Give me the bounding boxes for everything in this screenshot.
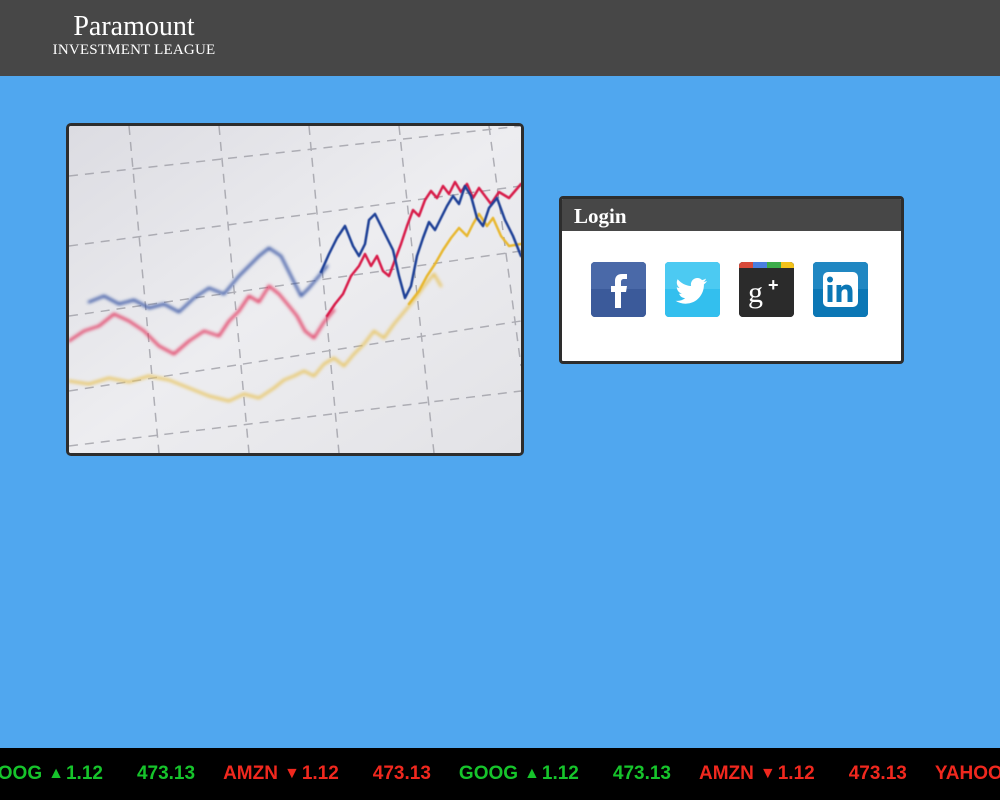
ticker-change: 1.12 <box>541 763 579 784</box>
ticker-symbol: GOOG <box>458 763 519 784</box>
linkedin-login-button[interactable] <box>813 262 868 317</box>
down-arrow-icon: ▼ <box>759 765 776 782</box>
facebook-login-button[interactable] <box>591 262 646 317</box>
brand-subtitle: INVESTMENT LEAGUE <box>52 42 216 58</box>
ticker-item: GOOG ▲ 1.12 473.13 <box>459 763 671 785</box>
ticker-symbol: GOOG <box>0 763 43 784</box>
down-arrow-icon: ▼ <box>283 765 300 782</box>
ticker-change: 1.12 <box>65 763 103 784</box>
twitter-login-button[interactable] <box>665 262 720 317</box>
twitter-icon <box>665 262 720 317</box>
ticker-price: 473.13 <box>848 763 907 784</box>
google-plus-icon: g + <box>739 262 794 317</box>
ticker-item: GOOG ▲ 1.12 473.13 <box>0 763 195 785</box>
ticker-item: AMZN ▼ 1.12 473.13 <box>699 763 907 785</box>
login-panel: Login g + <box>559 196 904 364</box>
brand-name: Paramount <box>73 11 195 42</box>
svg-text:g: g <box>748 276 763 309</box>
ticker-symbol: YAHOO <box>934 763 1000 784</box>
up-arrow-icon: ▲ <box>48 765 64 782</box>
ticker-symbol: AMZN <box>223 763 278 784</box>
ticker-track: GOOG ▲ 1.12 473.13 AMZN ▼ 1.12 473.13 GO… <box>0 748 1000 800</box>
ticker-item: YAHOO <box>935 763 1000 785</box>
social-login-buttons: g + <box>591 262 868 317</box>
ticker-change: 1.12 <box>301 763 339 784</box>
ticker-item: AMZN ▼ 1.12 473.13 <box>223 763 431 785</box>
svg-text:+: + <box>768 275 779 295</box>
ticker-price: 473.13 <box>612 763 671 784</box>
facebook-icon <box>591 262 646 317</box>
hero-stock-chart-image <box>66 123 524 456</box>
ticker-change: 1.12 <box>777 763 815 784</box>
google-plus-login-button[interactable]: g + <box>739 262 794 317</box>
brand-logo[interactable]: Paramount INVESTMENT LEAGUE <box>30 11 238 59</box>
up-arrow-icon: ▲ <box>524 765 540 782</box>
stock-chart-illustration <box>69 126 521 453</box>
top-header: Paramount INVESTMENT LEAGUE <box>0 0 1000 76</box>
ticker-price: 473.13 <box>136 763 196 784</box>
linkedin-icon <box>813 262 868 317</box>
ticker-symbol: AMZN <box>699 763 754 784</box>
ticker-price: 473.13 <box>372 763 431 784</box>
login-title: Login <box>562 199 901 231</box>
stock-ticker: GOOG ▲ 1.12 473.13 AMZN ▼ 1.12 473.13 GO… <box>0 748 1000 800</box>
